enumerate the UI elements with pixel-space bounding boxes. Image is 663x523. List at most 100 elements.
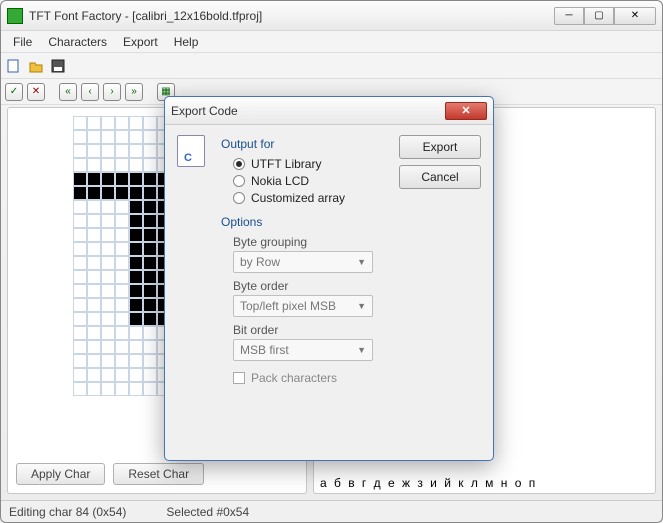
glyph-cell[interactable] — [129, 256, 143, 270]
glyph-cell[interactable] — [143, 130, 157, 144]
radio-utft[interactable]: UTFT Library — [233, 157, 391, 171]
glyph-cell[interactable] — [129, 368, 143, 382]
glyph-cell[interactable] — [87, 158, 101, 172]
glyph-cell[interactable] — [73, 298, 87, 312]
menu-help[interactable]: Help — [166, 33, 207, 51]
glyph-cell[interactable] — [129, 130, 143, 144]
glyph-cell[interactable] — [115, 270, 129, 284]
glyph-cell[interactable] — [143, 200, 157, 214]
glyph-cell[interactable] — [101, 242, 115, 256]
glyph-cell[interactable] — [143, 116, 157, 130]
close-button[interactable]: ✕ — [614, 7, 656, 25]
glyph-cell[interactable] — [87, 130, 101, 144]
glyph-cell[interactable] — [115, 312, 129, 326]
glyph-cell[interactable] — [115, 382, 129, 396]
glyph-cell[interactable] — [73, 242, 87, 256]
menu-characters[interactable]: Characters — [40, 33, 115, 51]
glyph-cell[interactable] — [143, 186, 157, 200]
glyph-cell[interactable] — [143, 228, 157, 242]
glyph-cell[interactable] — [115, 214, 129, 228]
glyph-cell[interactable] — [143, 144, 157, 158]
nav-prev-button[interactable]: ‹ — [81, 83, 99, 101]
glyph-cell[interactable] — [143, 340, 157, 354]
glyph-cell[interactable] — [87, 144, 101, 158]
glyph-cell[interactable] — [87, 228, 101, 242]
glyph-cell[interactable] — [87, 312, 101, 326]
radio-nokia[interactable]: Nokia LCD — [233, 174, 391, 188]
glyph-cell[interactable] — [143, 214, 157, 228]
nav-next-button[interactable]: › — [103, 83, 121, 101]
glyph-cell[interactable] — [101, 298, 115, 312]
glyph-cell[interactable] — [87, 172, 101, 186]
glyph-cell[interactable] — [87, 354, 101, 368]
glyph-cell[interactable] — [101, 172, 115, 186]
glyph-cell[interactable] — [73, 284, 87, 298]
glyph-cell[interactable] — [101, 116, 115, 130]
glyph-cell[interactable] — [129, 382, 143, 396]
glyph-cell[interactable] — [115, 298, 129, 312]
glyph-cell[interactable] — [115, 172, 129, 186]
glyph-cell[interactable] — [73, 382, 87, 396]
glyph-cell[interactable] — [115, 354, 129, 368]
glyph-cell[interactable] — [87, 186, 101, 200]
glyph-cell[interactable] — [115, 144, 129, 158]
glyph-cell[interactable] — [101, 186, 115, 200]
glyph-cell[interactable] — [115, 130, 129, 144]
glyph-cell[interactable] — [143, 242, 157, 256]
glyph-cell[interactable] — [101, 354, 115, 368]
glyph-cell[interactable] — [115, 186, 129, 200]
glyph-cell[interactable] — [129, 200, 143, 214]
x-icon[interactable]: ✕ — [27, 83, 45, 101]
glyph-cell[interactable] — [143, 368, 157, 382]
glyph-cell[interactable] — [101, 228, 115, 242]
glyph-cell[interactable] — [143, 298, 157, 312]
glyph-cell[interactable] — [101, 340, 115, 354]
glyph-cell[interactable] — [101, 144, 115, 158]
glyph-cell[interactable] — [101, 284, 115, 298]
maximize-button[interactable]: ▢ — [584, 7, 614, 25]
glyph-cell[interactable] — [87, 340, 101, 354]
glyph-cell[interactable] — [87, 326, 101, 340]
glyph-cell[interactable] — [115, 284, 129, 298]
glyph-cell[interactable] — [87, 270, 101, 284]
glyph-cell[interactable] — [129, 298, 143, 312]
glyph-cell[interactable] — [73, 340, 87, 354]
glyph-cell[interactable] — [129, 312, 143, 326]
glyph-cell[interactable] — [101, 158, 115, 172]
apply-char-button[interactable]: Apply Char — [16, 463, 105, 485]
glyph-cell[interactable] — [143, 312, 157, 326]
dialog-close-button[interactable]: ✕ — [445, 102, 487, 120]
glyph-cell[interactable] — [87, 284, 101, 298]
glyph-cell[interactable] — [129, 326, 143, 340]
glyph-cell[interactable] — [143, 256, 157, 270]
minimize-button[interactable]: ─ — [554, 7, 584, 25]
glyph-cell[interactable] — [129, 214, 143, 228]
glyph-cell[interactable] — [129, 116, 143, 130]
glyph-cell[interactable] — [101, 130, 115, 144]
glyph-cell[interactable] — [73, 354, 87, 368]
glyph-cell[interactable] — [143, 284, 157, 298]
glyph-cell[interactable] — [101, 256, 115, 270]
nav-first-button[interactable]: « — [59, 83, 77, 101]
menu-export[interactable]: Export — [115, 33, 166, 51]
glyph-cell[interactable] — [129, 270, 143, 284]
glyph-cell[interactable] — [115, 326, 129, 340]
byte-order-select[interactable]: Top/left pixel MSB ▼ — [233, 295, 373, 317]
glyph-cell[interactable] — [143, 158, 157, 172]
glyph-cell[interactable] — [143, 326, 157, 340]
glyph-cell[interactable] — [101, 200, 115, 214]
nav-last-button[interactable]: » — [125, 83, 143, 101]
glyph-cell[interactable] — [87, 256, 101, 270]
glyph-cell[interactable] — [115, 228, 129, 242]
glyph-cell[interactable] — [73, 228, 87, 242]
glyph-cell[interactable] — [73, 214, 87, 228]
glyph-cell[interactable] — [115, 368, 129, 382]
glyph-cell[interactable] — [129, 228, 143, 242]
glyph-cell[interactable] — [115, 340, 129, 354]
glyph-cell[interactable] — [115, 158, 129, 172]
glyph-cell[interactable] — [101, 326, 115, 340]
glyph-cell[interactable] — [129, 354, 143, 368]
glyph-cell[interactable] — [101, 214, 115, 228]
glyph-cell[interactable] — [115, 242, 129, 256]
export-button[interactable]: Export — [399, 135, 481, 159]
